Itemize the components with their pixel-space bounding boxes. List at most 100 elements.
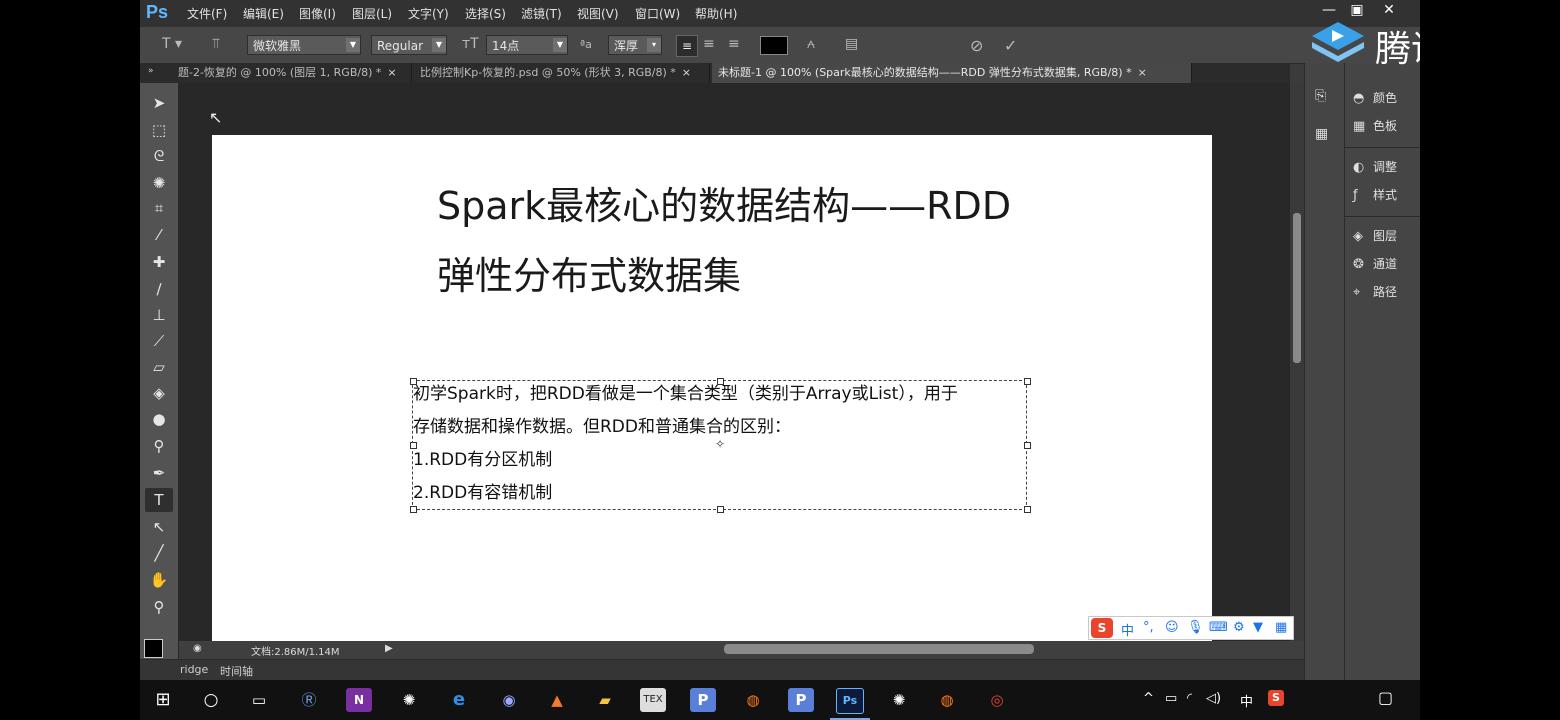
history-brush-icon[interactable]: ⟋ [145, 329, 173, 353]
resize-handle[interactable] [717, 378, 724, 385]
punctuation-icon[interactable]: °, [1143, 620, 1154, 635]
close-icon[interactable]: × [682, 66, 691, 79]
marquee-tool-icon[interactable]: ⬚ [145, 118, 173, 142]
sogou-tray-icon[interactable]: S [1268, 690, 1284, 706]
menu-image[interactable]: 图像(I) [299, 5, 336, 22]
commit-icon[interactable]: ✓ [1004, 36, 1017, 55]
text-bounding-box[interactable]: 初学Spark时，把RDD看做是一个集合类型（类别于Array或List），用于… [410, 378, 1031, 513]
onenote-icon[interactable]: N [346, 688, 372, 712]
lasso-tool-icon[interactable]: ᘓ [145, 144, 173, 168]
menu-edit[interactable]: 编辑(E) [243, 5, 284, 22]
tab-mini-bridge[interactable]: ridge [180, 663, 208, 676]
show-hidden-icons-icon[interactable]: ^ [1143, 691, 1154, 706]
tabs-overflow-icon[interactable]: » [148, 66, 154, 76]
cancel-icon[interactable]: ⊘ [970, 36, 983, 55]
notifications-icon[interactable]: ▢ [1378, 688, 1393, 707]
sogou-logo-icon[interactable]: S [1091, 618, 1113, 638]
antialias-select[interactable]: 浑厚 ▾ [608, 35, 662, 55]
healing-brush-icon[interactable]: ✚ [145, 250, 173, 274]
line-tool-icon[interactable]: ╱ [145, 541, 173, 565]
resize-handle[interactable] [717, 506, 724, 513]
text-color-swatch[interactable] [760, 36, 788, 55]
brush-tool-icon[interactable]: ∕ [145, 277, 173, 301]
align-right-icon[interactable]: ≡ [728, 36, 740, 52]
app-swirl-icon[interactable]: ◎ [984, 688, 1010, 712]
menu-help[interactable]: 帮助(H) [695, 5, 737, 22]
close-icon[interactable]: × [1138, 66, 1147, 79]
volume-icon[interactable]: ◁) [1206, 691, 1221, 706]
eclipse-icon[interactable]: ◉ [496, 688, 522, 712]
skin-icon[interactable]: ▼ [1253, 620, 1263, 635]
keyboard-icon[interactable]: ⌨ [1209, 620, 1228, 635]
panel-styles[interactable]: ƒ 样式 [1353, 183, 1420, 207]
menu-filter[interactable]: 滤镜(T) [521, 5, 562, 22]
app-p-icon[interactable]: P [690, 688, 716, 712]
close-icon[interactable]: × [387, 66, 396, 79]
resize-handle[interactable] [1024, 506, 1031, 513]
panel-channels[interactable]: ❂ 通道 [1353, 252, 1420, 276]
app-r-icon[interactable]: Ⓡ [296, 688, 322, 712]
ime-mode[interactable]: 中 [1121, 620, 1134, 639]
blur-tool-icon[interactable]: ● [145, 407, 173, 431]
resize-handle[interactable] [1024, 378, 1031, 385]
tab-document-2[interactable]: 比例控制Kp-恢复的.psd @ 50% (形状 3, RGB/8) * × [414, 63, 710, 83]
resize-handle[interactable] [410, 506, 417, 513]
align-left-icon[interactable]: ≡ [676, 35, 698, 57]
task-view-icon[interactable]: ▭ [246, 688, 272, 712]
font-size-select[interactable]: 14点 ▼ [486, 35, 568, 55]
app-flower2-icon[interactable]: ✺ [886, 688, 912, 712]
magic-wand-icon[interactable]: ✺ [145, 171, 173, 195]
menu-layer[interactable]: 图层(L) [352, 5, 392, 22]
firefox2-icon[interactable]: ◍ [934, 688, 960, 712]
photoshop-taskbar-icon[interactable]: Ps [836, 688, 864, 714]
tray-ime-indicator[interactable]: 中 [1240, 691, 1253, 710]
tex-icon[interactable]: TEX [640, 688, 666, 712]
menu-view[interactable]: 视图(V) [577, 5, 619, 22]
character-panel-icon[interactable]: ▤ [845, 36, 858, 52]
align-center-icon[interactable]: ≡ [703, 36, 715, 52]
microphone-icon[interactable]: 🎙 [1187, 620, 1204, 635]
pen-tool-icon[interactable]: ✒ [145, 461, 173, 485]
menu-file[interactable]: 文件(F) [187, 5, 227, 22]
foreground-color-swatch[interactable] [144, 639, 163, 658]
menu-grid-icon[interactable]: ▦ [1275, 620, 1287, 635]
type-tool-icon[interactable]: T [145, 488, 173, 512]
tab-document-3[interactable]: 未标题-1 @ 100% (Spark最核心的数据结构——RDD 弹性分布式数据… [712, 63, 1192, 83]
path-selection-icon[interactable]: ↖ [145, 515, 173, 539]
tab-timeline[interactable]: 时间轴 [220, 663, 253, 679]
canvas-area[interactable]: ↖ Spark最核心的数据结构——RDD 弹性分布式数据集 初学Spark时，把… [179, 83, 1290, 641]
warp-text-icon[interactable]: ⩜ [807, 36, 815, 52]
close-button[interactable]: ✕ [1376, 0, 1402, 20]
zoom-tool-icon[interactable]: ⚲ [145, 595, 173, 619]
matlab-icon[interactable]: ▲ [544, 688, 570, 712]
menu-select[interactable]: 选择(S) [465, 5, 506, 22]
tools-icon[interactable]: ⚙ [1233, 620, 1245, 635]
battery-icon[interactable]: ▭ [1165, 691, 1177, 706]
wifi-icon[interactable]: ◜ [1187, 691, 1192, 706]
document-canvas[interactable]: Spark最核心的数据结构——RDD 弹性分布式数据集 初学Spark时，把RD… [212, 135, 1212, 641]
panel-color[interactable]: ◓ 颜色 [1353, 86, 1420, 110]
type-tool-preset-icon[interactable]: T ▾ [162, 36, 182, 52]
crop-tool-icon[interactable]: ⌗ [145, 196, 173, 220]
status-menu-arrow-icon[interactable]: ▶ [385, 643, 393, 654]
eyedropper-icon[interactable]: ⁄ [145, 223, 173, 247]
file-explorer-icon[interactable]: ▰ [592, 688, 618, 712]
panel-layers[interactable]: ◈ 图层 [1353, 224, 1420, 248]
resize-handle[interactable] [1024, 442, 1031, 449]
eraser-tool-icon[interactable]: ▱ [145, 355, 173, 379]
firefox-icon[interactable]: ◍ [740, 688, 766, 712]
edge-icon[interactable]: e [446, 688, 472, 712]
dodge-tool-icon[interactable]: ⚲ [145, 434, 173, 458]
resize-handle[interactable] [410, 442, 417, 449]
app-flower-icon[interactable]: ✺ [396, 688, 422, 712]
vertical-scroll-thumb[interactable] [1293, 213, 1301, 363]
vertical-scrollbar[interactable] [1290, 83, 1304, 641]
properties-icon[interactable]: ▦ [1315, 126, 1328, 142]
search-icon[interactable]: ○ [198, 688, 224, 712]
panel-adjustments[interactable]: ◐ 调整 [1353, 155, 1420, 179]
tab-document-1[interactable]: 题-2-恢复的 @ 100% (图层 1, RGB/8) * × [172, 63, 412, 83]
panel-paths[interactable]: ⌖ 路径 [1353, 280, 1420, 304]
history-icon[interactable]: ⎘ [1315, 88, 1326, 104]
paint-bucket-icon[interactable]: ◈ [145, 381, 173, 405]
font-style-select[interactable]: Regular ▼ [371, 35, 447, 55]
